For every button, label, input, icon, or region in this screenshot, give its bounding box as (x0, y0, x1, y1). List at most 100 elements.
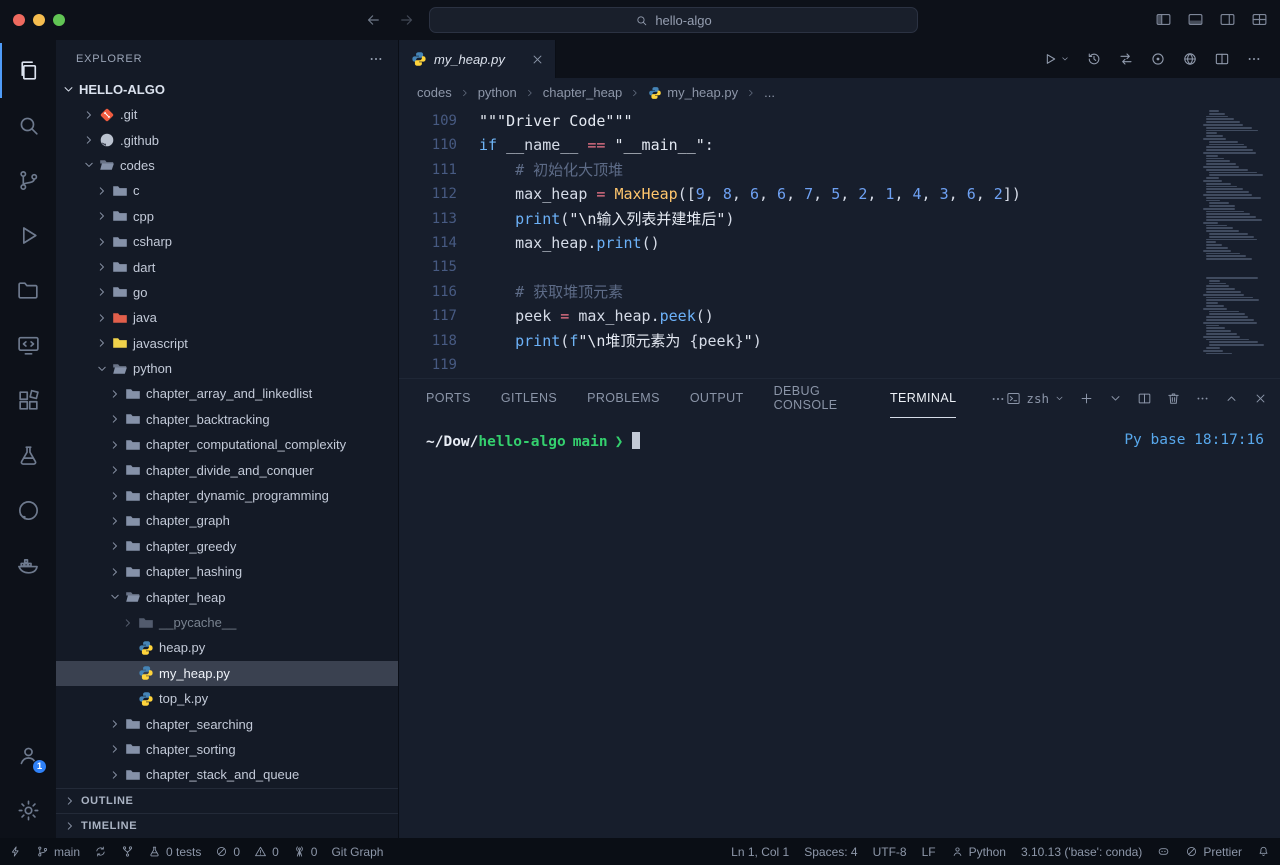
tree-item[interactable]: chapter_backtracking (56, 407, 398, 432)
customize-layout-button[interactable] (1251, 11, 1268, 33)
panel-tab-ports[interactable]: PORTS (426, 379, 471, 418)
tree-item[interactable]: cpp (56, 204, 398, 229)
panel-tab-gitlens[interactable]: GITLENS (501, 379, 557, 418)
split-terminal-button[interactable] (1137, 391, 1152, 406)
tree-item[interactable]: java (56, 305, 398, 330)
forward-button[interactable] (398, 11, 416, 34)
window-close-button[interactable] (13, 14, 25, 26)
code-line[interactable]: 110if __name__ == "__main__": (399, 133, 1280, 157)
kill-terminal-button[interactable] (1166, 391, 1181, 406)
toggle-primary-sidebar-button[interactable] (1155, 11, 1172, 33)
code-line[interactable]: 112 max_heap = MaxHeap([9, 8, 6, 6, 7, 5… (399, 182, 1280, 206)
panel-tab-debug-console[interactable]: DEBUG CONSOLE (774, 379, 860, 418)
tree-item[interactable]: dart (56, 254, 398, 279)
status-language-python[interactable]: Python (951, 845, 1006, 859)
activity-project-manager[interactable] (0, 263, 56, 318)
activity-docker[interactable] (0, 538, 56, 593)
tree-item[interactable]: chapter_graph (56, 508, 398, 533)
tree-item[interactable]: go (56, 280, 398, 305)
status-errors[interactable]: 0 (215, 845, 240, 859)
status-remote-indicator[interactable] (9, 845, 22, 858)
toggle-secondary-sidebar-button[interactable] (1219, 11, 1236, 33)
status-eol[interactable]: LF (922, 845, 936, 859)
run-python-file-button[interactable] (1034, 40, 1078, 78)
open-on-remote-button[interactable] (1174, 40, 1206, 78)
tree-item[interactable]: chapter_divide_and_conquer (56, 457, 398, 482)
terminal-more-button[interactable] (1195, 391, 1210, 406)
window-minimize-button[interactable] (33, 14, 45, 26)
tree-item[interactable]: __pycache__ (56, 610, 398, 635)
status-warnings[interactable]: 0 (254, 845, 279, 859)
new-terminal-button[interactable] (1079, 391, 1094, 406)
activity-source-control[interactable] (0, 153, 56, 208)
terminal-profiles-button[interactable] (1108, 391, 1123, 406)
panel-tabs-more-icon[interactable] (990, 391, 1006, 407)
status-sync-changes[interactable] (94, 845, 107, 858)
tree-item[interactable]: python (56, 356, 398, 381)
code-line[interactable]: 109"""Driver Code""" (399, 109, 1280, 133)
panel-tab-output[interactable]: OUTPUT (690, 379, 744, 418)
tree-item[interactable]: chapter_heap (56, 584, 398, 609)
gitlens-annotations-button[interactable] (1142, 40, 1174, 78)
code-line[interactable]: 119 (399, 353, 1280, 377)
tree-item[interactable]: c (56, 178, 398, 203)
status-encoding[interactable]: UTF-8 (873, 845, 907, 859)
activity-remote-explorer[interactable] (0, 318, 56, 373)
editor-pane[interactable]: 109"""Driver Code"""110if __name__ == "_… (399, 107, 1280, 378)
status-git-graph[interactable]: Git Graph (331, 845, 383, 859)
tree-item[interactable]: javascript (56, 331, 398, 356)
activity-testing[interactable] (0, 428, 56, 483)
status-cursor-position[interactable]: Ln 1, Col 1 (731, 845, 789, 859)
tree-item[interactable]: chapter_computational_complexity (56, 432, 398, 457)
maximize-panel-button[interactable] (1224, 391, 1239, 406)
breadcrumb-item[interactable]: codes (417, 85, 452, 100)
code-line[interactable]: 118 print(f"\n堆顶元素为 {peek}") (399, 329, 1280, 353)
close-panel-button[interactable] (1253, 391, 1268, 406)
minimap[interactable] (1199, 110, 1267, 355)
activity-extensions[interactable] (0, 373, 56, 428)
breadcrumb-item[interactable]: ... (764, 85, 775, 100)
close-tab-icon[interactable] (530, 52, 545, 67)
section-outline[interactable]: OUTLINE (56, 788, 398, 813)
status-tests[interactable]: 0 tests (148, 845, 201, 859)
panel-tab-problems[interactable]: PROBLEMS (587, 379, 660, 418)
status-python-interpreter[interactable]: 3.10.13 ('base': conda) (1021, 845, 1142, 859)
tree-item[interactable]: chapter_stack_and_queue (56, 762, 398, 787)
tree-item[interactable]: codes (56, 153, 398, 178)
tree-item[interactable]: chapter_greedy (56, 534, 398, 559)
breadcrumb-item[interactable]: chapter_heap (543, 85, 623, 100)
explorer-more-actions-icon[interactable] (368, 51, 384, 67)
open-changes-button[interactable] (1110, 40, 1142, 78)
more-actions-button[interactable] (1238, 40, 1270, 78)
status-prettier[interactable]: Prettier (1185, 845, 1242, 859)
tree-item[interactable]: my_heap.py (56, 661, 398, 686)
tree-item[interactable]: .git (56, 102, 398, 127)
tab-my-heap-py[interactable]: my_heap.py (399, 40, 556, 78)
command-center[interactable]: hello-algo (429, 7, 918, 33)
breadcrumb-item[interactable]: my_heap.py (648, 85, 738, 100)
tree-item[interactable]: csharp (56, 229, 398, 254)
toggle-panel-button[interactable] (1187, 11, 1204, 33)
tree-item[interactable]: chapter_hashing (56, 559, 398, 584)
tree-item[interactable]: chapter_searching (56, 711, 398, 736)
project-root[interactable]: HELLO-ALGO (56, 77, 398, 102)
activity-github[interactable] (0, 483, 56, 538)
breadcrumb-item[interactable]: python (478, 85, 517, 100)
status-copilot[interactable] (1157, 845, 1170, 858)
code-line[interactable]: 114 max_heap.print() (399, 231, 1280, 255)
activity-explorer[interactable] (0, 43, 56, 98)
activity-accounts[interactable]: 1 (0, 728, 56, 783)
activity-settings[interactable] (0, 783, 56, 838)
terminal-instance-zsh[interactable]: zsh (1006, 391, 1065, 406)
tree-item[interactable]: chapter_dynamic_programming (56, 483, 398, 508)
code-line[interactable]: 115 (399, 255, 1280, 279)
status-git-branch[interactable]: main (36, 845, 80, 859)
window-zoom-button[interactable] (53, 14, 65, 26)
status-forwarded-ports[interactable]: 0 (293, 845, 318, 859)
activity-search[interactable] (0, 98, 56, 153)
status-git-fork[interactable] (121, 845, 134, 858)
code-line[interactable]: 113 print("\n输入列表并建堆后") (399, 207, 1280, 231)
activity-run-and-debug[interactable] (0, 208, 56, 263)
terminal[interactable]: ~/Dow/hello-algomain❯ Py base 18:17:16 (399, 418, 1280, 838)
code-line[interactable]: 117 peek = max_heap.peek() (399, 304, 1280, 328)
